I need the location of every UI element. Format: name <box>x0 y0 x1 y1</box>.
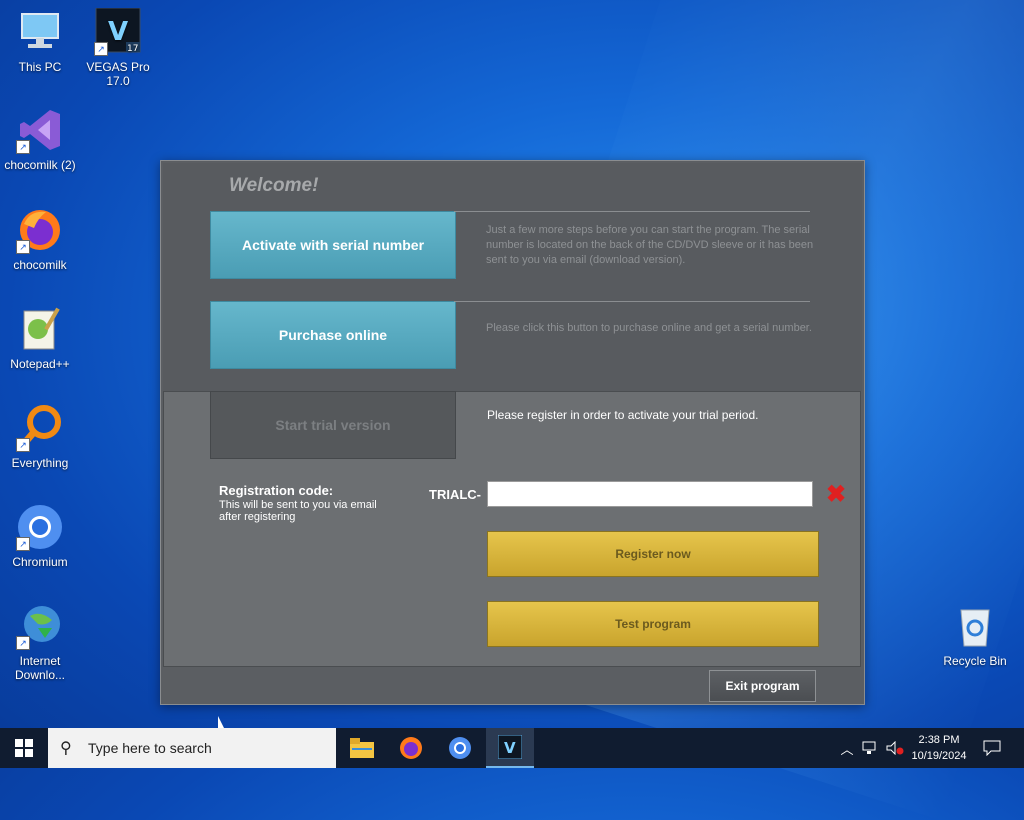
activation-dialog: Welcome! Activate with serial number Jus… <box>160 160 865 705</box>
divider <box>454 301 810 302</box>
chromium-icon <box>449 737 471 759</box>
start-button[interactable] <box>0 728 48 768</box>
start-trial-button[interactable]: Start trial version <box>210 391 456 459</box>
desktop-icon-label: This PC <box>18 60 62 74</box>
vegas-pro-icon: V <box>498 735 522 759</box>
shortcut-arrow-icon: ↗ <box>16 140 30 154</box>
desktop-icon-vegas-pro[interactable]: V 17 ↗ VEGAS Pro 17.0 <box>78 7 158 88</box>
firefox-icon <box>400 737 422 759</box>
system-clock[interactable]: 2:38 PM 10/19/2024 <box>904 732 974 764</box>
vegas-pro-icon: V 17 ↗ <box>94 7 142 56</box>
activate-description: Just a few more steps before you can sta… <box>486 224 814 266</box>
shortcut-arrow-icon: ↗ <box>16 240 30 254</box>
exit-program-button[interactable]: Exit program <box>709 670 816 702</box>
idm-globe-icon: ↗ <box>16 602 64 650</box>
test-program-button[interactable]: Test program <box>487 601 819 647</box>
desktop-icon-chocomilk-2[interactable]: ↗ chocomilk (2) <box>0 106 80 172</box>
desktop-icon-label: Internet Downlo... <box>14 654 66 682</box>
taskbar-chromium[interactable] <box>436 728 484 768</box>
desktop-icon-label: VEGAS Pro 17.0 <box>86 60 150 88</box>
registration-code-hint: This will be sent to you via email after… <box>219 499 377 523</box>
svg-text:V: V <box>504 739 516 757</box>
shortcut-arrow-icon: ↗ <box>16 438 30 452</box>
desktop-icon-everything[interactable]: ↗ Everything <box>0 404 80 470</box>
search-icon: ⚲ <box>60 740 72 757</box>
svg-text:V: V <box>108 17 128 47</box>
shortcut-arrow-icon: ↗ <box>16 537 30 551</box>
taskbar-file-explorer[interactable] <box>338 728 386 768</box>
welcome-heading: Welcome! <box>229 175 319 196</box>
desktop-icon-this-pc[interactable]: This PC <box>0 8 80 74</box>
purchase-description: Please click this button to purchase onl… <box>486 322 812 334</box>
taskbar-vegas-pro[interactable]: V <box>486 728 534 768</box>
purchase-online-button[interactable]: Purchase online <box>210 301 456 369</box>
desktop-icon-label: Recycle Bin <box>943 654 1007 668</box>
desktop-icon-label: chocomilk (2) <box>4 158 76 172</box>
recycle-bin-icon <box>951 602 999 650</box>
clock-time: 2:38 PM <box>918 734 960 746</box>
windows-icon <box>15 739 33 757</box>
desktop-icon-recycle-bin[interactable]: Recycle Bin <box>935 602 1015 668</box>
divider <box>454 211 810 212</box>
taskbar-firefox[interactable] <box>387 728 435 768</box>
desktop-icon-label: chocomilk <box>13 258 67 272</box>
shortcut-arrow-icon: ↗ <box>16 636 30 650</box>
desktop-icon-notepad-plus-plus[interactable]: Notepad++ <box>0 305 80 371</box>
registration-code-label: Registration code: <box>219 483 334 498</box>
shortcut-arrow-icon: ↗ <box>94 42 108 56</box>
notification-icon[interactable] <box>978 728 1006 768</box>
svg-text:17: 17 <box>127 44 138 54</box>
monitor-icon <box>16 8 64 56</box>
desktop: This PC V 17 ↗ VEGAS Pro 17.0 ↗ chocomilk… <box>0 0 1024 820</box>
visual-studio-icon: ↗ <box>16 106 64 154</box>
trial-message: Please register in order to activate you… <box>487 408 759 422</box>
register-now-button[interactable]: Register now <box>487 531 819 577</box>
notepad-plus-plus-icon <box>16 305 64 353</box>
taskbar: ⚲ Type here to search V ︿ 2:38 PM 10/19/… <box>0 728 1024 768</box>
registration-prefix: TRIALC- <box>429 487 481 502</box>
clock-date: 10/19/2024 <box>911 750 967 762</box>
show-hidden-icons-chevron-icon[interactable]: ︿ <box>838 728 856 768</box>
desktop-icon-label: Notepad++ <box>10 357 70 371</box>
volume-muted-icon[interactable] <box>884 728 906 768</box>
clear-icon[interactable]: ✖ <box>825 483 847 507</box>
desktop-icon-label: Everything <box>11 456 69 470</box>
activate-serial-button[interactable]: Activate with serial number <box>210 211 456 279</box>
desktop-icon-label: Chromium <box>12 555 68 569</box>
mouse-cursor <box>218 716 224 728</box>
firefox-icon: ↗ <box>16 206 64 254</box>
everything-search-icon: ↗ <box>16 404 64 452</box>
chromium-icon: ↗ <box>16 503 64 551</box>
desktop-icon-chromium[interactable]: ↗ Chromium <box>0 503 80 569</box>
search-placeholder: Type here to search <box>88 740 212 756</box>
desktop-icon-chocomilk[interactable]: ↗ chocomilk <box>0 206 80 272</box>
network-icon[interactable] <box>860 728 882 768</box>
desktop-icon-internet-download-manager[interactable]: ↗ Internet Downlo... <box>0 602 80 682</box>
registration-code-input[interactable] <box>487 481 813 507</box>
folder-icon <box>350 738 374 758</box>
taskbar-search-box[interactable]: ⚲ Type here to search <box>48 728 336 768</box>
